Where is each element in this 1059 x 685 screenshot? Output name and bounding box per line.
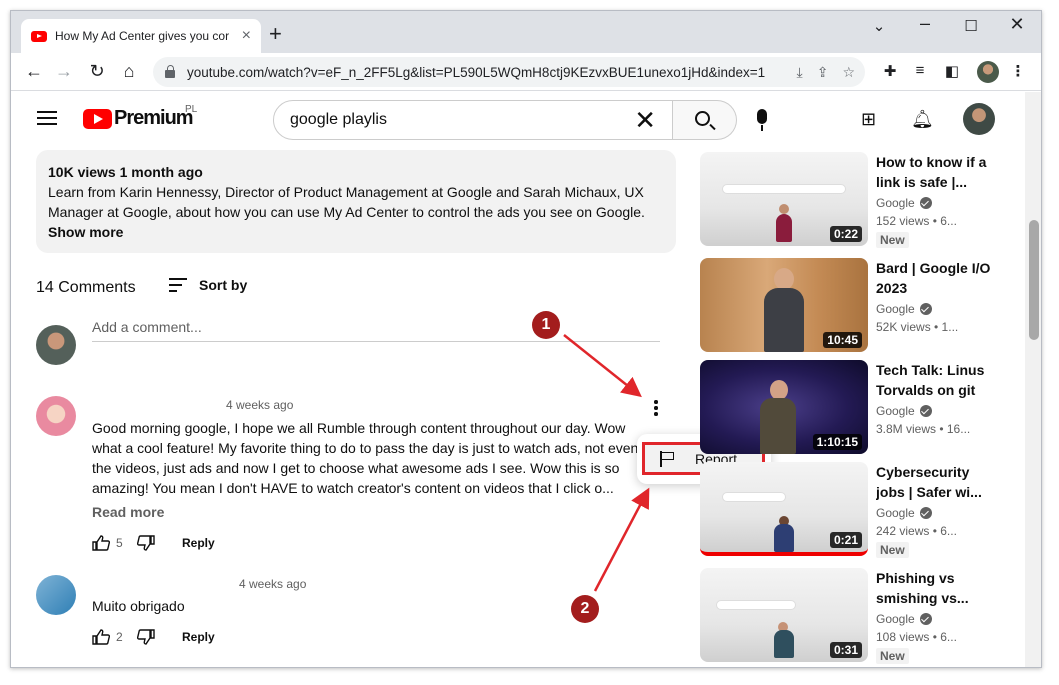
browser-tab[interactable]: How My Ad Center gives you cor × (21, 19, 261, 53)
install-icon[interactable]: ⤓ (797, 64, 803, 81)
annotation-step-1: 1 (532, 311, 560, 339)
lock-icon[interactable] (165, 65, 175, 78)
tab-strip: How My Ad Center gives you cor × + ⌄ – ☐… (11, 11, 1041, 53)
extensions-icon[interactable]: ✚ (879, 62, 901, 80)
tab-search-icon[interactable]: ⌄ (865, 17, 893, 35)
share-icon[interactable]: ⇪ (817, 64, 829, 81)
arrow-to-menu (563, 334, 642, 398)
side-panel-icon[interactable]: ◧ (941, 62, 963, 80)
page-scrollbar[interactable] (1025, 92, 1041, 667)
maximize-icon[interactable]: ☐ (957, 17, 985, 35)
browser-window: How My Ad Center gives you cor × + ⌄ – ☐… (10, 10, 1042, 668)
media-control-icon[interactable]: ≡ (909, 62, 931, 79)
annotation-step-2: 2 (571, 595, 599, 623)
home-icon[interactable]: ⌂ (118, 61, 140, 81)
youtube-page: Premium PL google playlis ✕ ⊞ 🔔︎ 10K vie… (11, 92, 1025, 667)
browser-toolbar: ← → ↻ ⌂ youtube.com/watch?v=eF_n_2FF5Lg&… (11, 53, 1041, 91)
address-bar[interactable]: youtube.com/watch?v=eF_n_2FF5Lg&list=PL5… (153, 57, 865, 87)
url-text[interactable]: youtube.com/watch?v=eF_n_2FF5Lg&list=PL5… (187, 65, 783, 80)
forward-icon[interactable]: → (53, 61, 75, 81)
new-tab-icon[interactable]: + (269, 23, 282, 45)
tab-title: How My Ad Center gives you cor (55, 29, 230, 43)
profile-avatar[interactable] (977, 61, 999, 83)
back-icon[interactable]: ← (23, 61, 45, 81)
close-window-icon[interactable]: ✕ (1003, 14, 1031, 35)
arrow-to-report (593, 487, 650, 592)
youtube-favicon-icon (31, 30, 47, 42)
minimize-icon[interactable]: – (911, 13, 939, 34)
browser-menu-icon[interactable]: ⋮ (1007, 62, 1029, 80)
scrollbar-thumb[interactable] (1029, 220, 1039, 340)
tab-close-icon[interactable]: × (242, 27, 251, 45)
annotation-arrows (563, 334, 650, 592)
reload-icon[interactable]: ↻ (86, 61, 108, 81)
bookmark-star-icon[interactable]: ☆ (842, 64, 855, 81)
